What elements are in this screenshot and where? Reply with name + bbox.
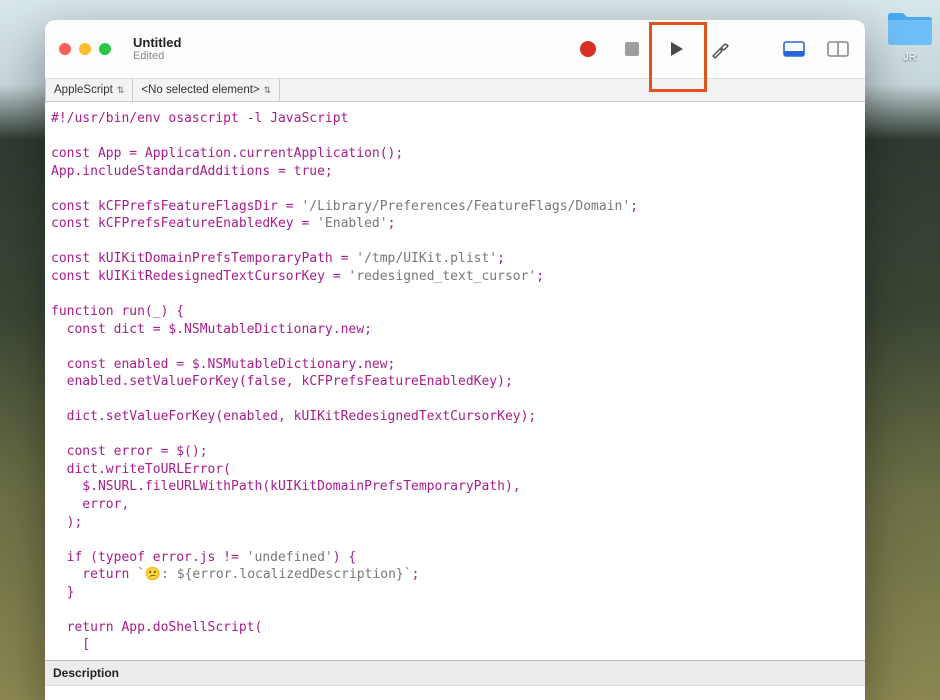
stop-button[interactable] (619, 36, 645, 62)
chevron-updown-icon: ⇅ (264, 86, 272, 95)
toolbar (575, 20, 851, 78)
record-icon (580, 41, 596, 57)
code-content: #!/usr/bin/env osascript -l JavaScript c… (51, 110, 865, 654)
panel-side-icon (827, 41, 849, 57)
window-title: Untitled (133, 36, 181, 50)
hammer-icon (710, 39, 730, 59)
script-editor-window: Untitled Edited (45, 20, 865, 700)
window-subtitle: Edited (133, 50, 181, 62)
element-label: <No selected element> (141, 84, 259, 96)
run-button[interactable] (663, 36, 689, 62)
code-editor[interactable]: #!/usr/bin/env osascript -l JavaScript c… (45, 102, 865, 660)
language-label: AppleScript (54, 84, 113, 96)
stop-icon (625, 42, 639, 56)
zoom-button[interactable] (99, 43, 111, 55)
record-button[interactable] (575, 36, 601, 62)
desktop-folder-label: JR (899, 50, 920, 64)
title-block: Untitled Edited (133, 36, 181, 62)
description-header: Description (45, 661, 865, 686)
close-button[interactable] (59, 43, 71, 55)
description-body[interactable] (45, 686, 865, 700)
window-controls (59, 43, 111, 55)
titlebar: Untitled Edited (45, 20, 865, 79)
element-selector[interactable]: <No selected element> ⇅ (133, 79, 280, 101)
description-panel: Description (45, 660, 865, 700)
panel-bottom-icon (783, 41, 805, 57)
desktop-folder[interactable]: JR (880, 10, 940, 64)
chevron-updown-icon: ⇅ (117, 86, 125, 95)
show-bottom-panel-button[interactable] (781, 36, 807, 62)
play-icon (668, 41, 684, 57)
language-selector[interactable]: AppleScript ⇅ (45, 79, 133, 101)
compile-button[interactable] (707, 36, 733, 62)
show-side-panel-button[interactable] (825, 36, 851, 62)
navigation-bar: AppleScript ⇅ <No selected element> ⇅ (45, 79, 865, 102)
folder-icon (886, 10, 934, 48)
minimize-button[interactable] (79, 43, 91, 55)
